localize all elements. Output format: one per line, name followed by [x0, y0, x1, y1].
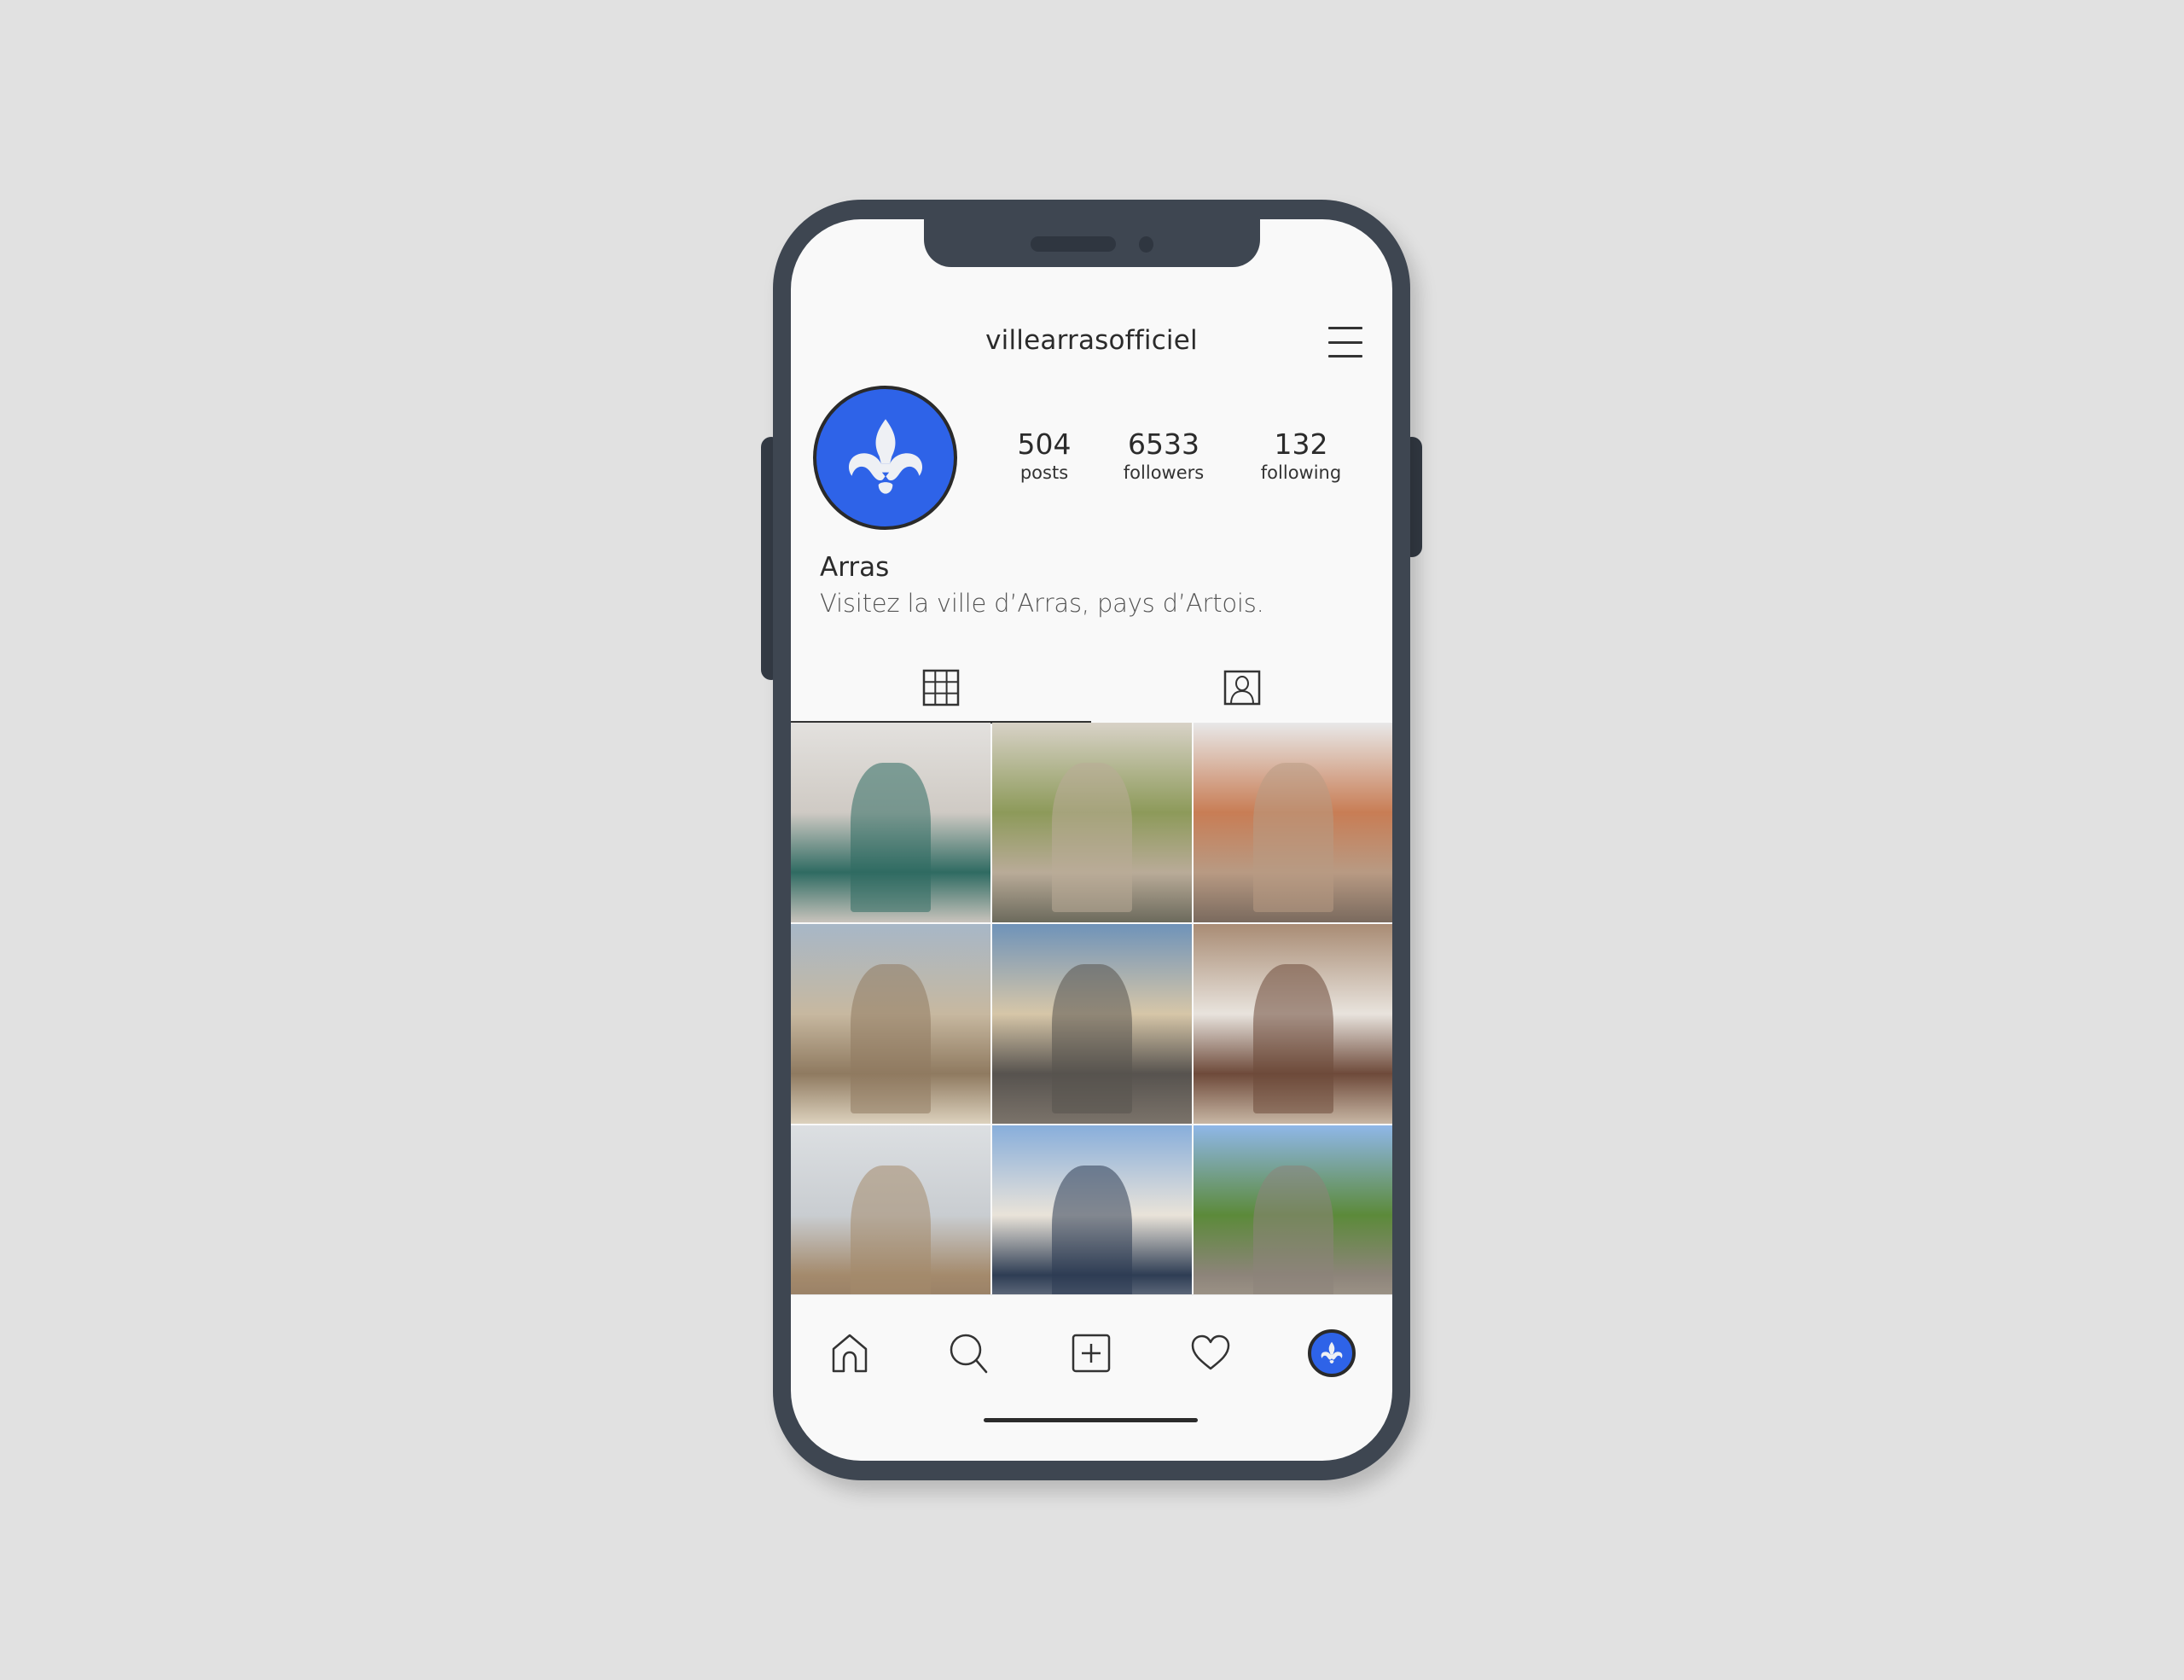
photo-tile[interactable]: [791, 1125, 990, 1294]
nav-activity[interactable]: [1187, 1329, 1234, 1377]
profile-tabs: [791, 654, 1392, 724]
bottom-nav: [791, 1294, 1392, 1398]
photo-tile[interactable]: [1194, 723, 1392, 922]
photo-grid: [791, 723, 1392, 1294]
posts-count: 504: [1017, 427, 1072, 461]
home-indicator[interactable]: [984, 1418, 1198, 1422]
fleur-de-lis-icon: [1321, 1341, 1343, 1363]
tagged-person-icon: [1223, 670, 1261, 706]
phone-frame: villearrasofficiel 504 posts 6533 follow…: [773, 200, 1410, 1480]
photo-subject-shape: [1052, 762, 1132, 913]
phone-screen: villearrasofficiel 504 posts 6533 follow…: [791, 219, 1392, 1461]
photo-tile[interactable]: [992, 723, 1192, 922]
following-stat[interactable]: 132 following: [1261, 427, 1341, 484]
nav-profile[interactable]: [1308, 1329, 1356, 1377]
add-post-icon: [1072, 1334, 1111, 1373]
tab-grid[interactable]: [791, 654, 1091, 724]
posts-label: posts: [1019, 462, 1069, 483]
photo-subject-shape: [851, 762, 931, 913]
phone-notch: [924, 219, 1260, 267]
photo-tile[interactable]: [992, 1125, 1192, 1294]
tab-tagged[interactable]: [1092, 654, 1392, 721]
grid-icon: [922, 669, 960, 706]
following-count: 132: [1274, 427, 1328, 461]
followers-stat[interactable]: 6533 followers: [1124, 427, 1204, 484]
photo-tile[interactable]: [791, 723, 990, 922]
front-camera: [1139, 236, 1153, 253]
photo-subject-shape: [1253, 762, 1333, 913]
photo-subject-shape: [1052, 963, 1132, 1114]
speaker-grille: [1031, 236, 1116, 252]
nav-new-post[interactable]: [1067, 1329, 1115, 1377]
photo-tile[interactable]: [1194, 924, 1392, 1124]
photo-subject-shape: [851, 963, 931, 1114]
photo-tile[interactable]: [791, 924, 990, 1124]
photo-subject-shape: [851, 1165, 931, 1294]
posts-stat[interactable]: 504 posts: [1018, 427, 1072, 484]
search-icon: [950, 1334, 988, 1374]
photo-subject-shape: [1052, 1165, 1132, 1294]
nav-search[interactable]: [945, 1329, 993, 1377]
hamburger-menu-icon[interactable]: [1328, 327, 1362, 358]
photo-tile[interactable]: [1194, 1125, 1392, 1294]
following-label: following: [1260, 462, 1342, 483]
profile-display-name: Arras: [820, 552, 890, 583]
nav-home[interactable]: [826, 1329, 874, 1377]
photo-subject-shape: [1253, 1165, 1333, 1294]
profile-username: villearrasofficiel: [985, 325, 1198, 356]
profile-bio: Visitez la ville d’Arras, pays d’Artois.: [820, 589, 1264, 618]
home-icon: [832, 1334, 868, 1373]
photo-tile[interactable]: [992, 924, 1192, 1124]
followers-label: followers: [1123, 462, 1205, 483]
nav-profile-avatar: [1308, 1329, 1356, 1377]
followers-count: 6533: [1128, 427, 1199, 461]
fleur-de-lis-icon: [848, 418, 922, 494]
profile-avatar[interactable]: [813, 386, 957, 530]
photo-subject-shape: [1253, 963, 1333, 1114]
heart-icon: [1191, 1334, 1230, 1370]
